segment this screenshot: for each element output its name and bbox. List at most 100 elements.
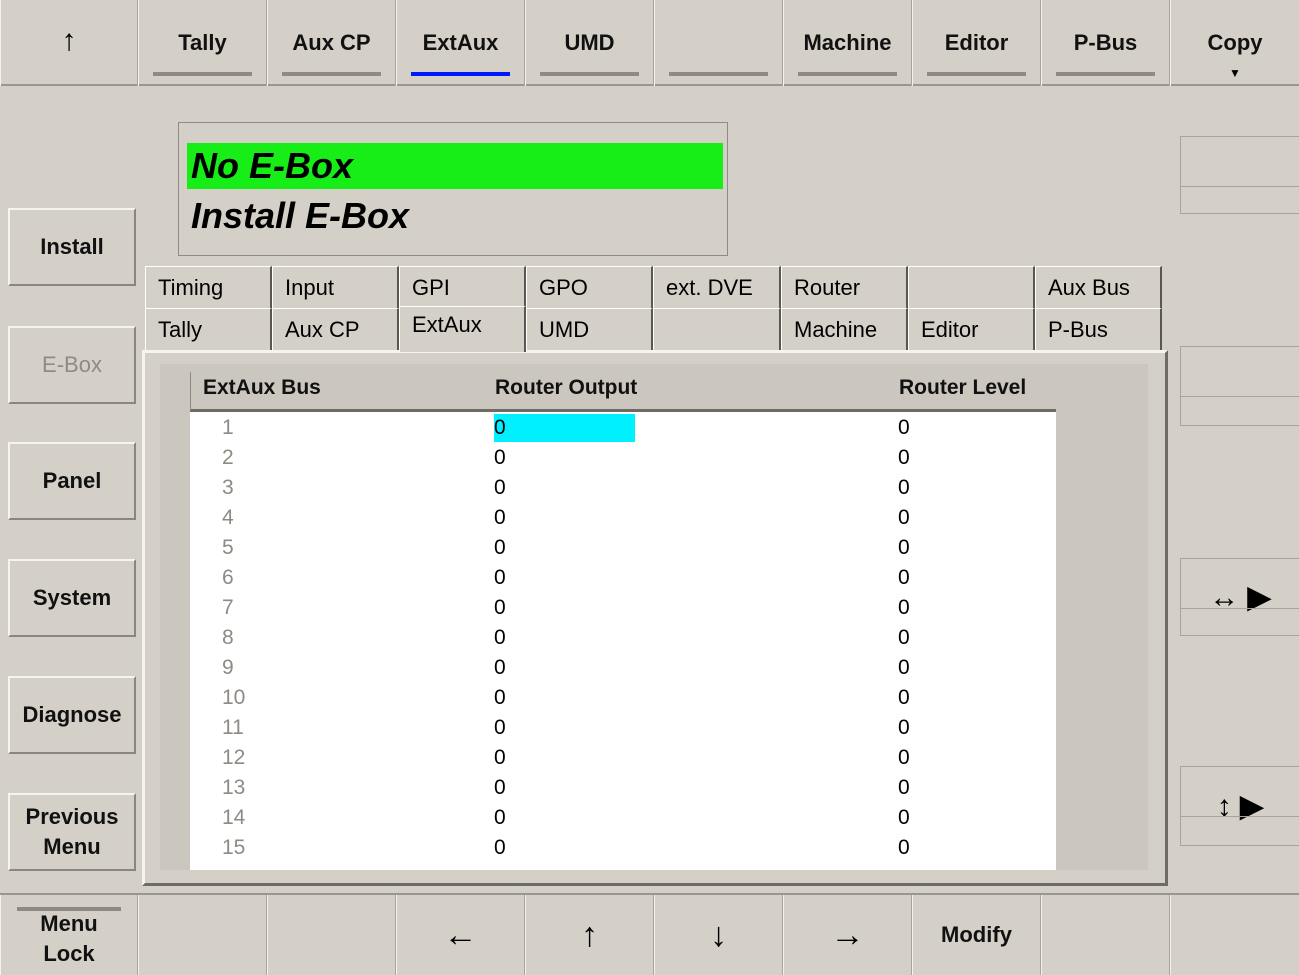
table-row[interactable]: 15 0 0 [190,833,1056,863]
router-level-cell[interactable]: 0 [898,503,910,533]
bottom-empty-1[interactable] [138,895,267,975]
tab-gpi[interactable]: GPI [399,266,526,308]
router-level-cell[interactable]: 0 [898,683,910,713]
top-tab-editor[interactable]: Editor [912,0,1041,86]
router-level-cell[interactable]: 0 [898,413,910,443]
left-button[interactable]: ← [396,895,525,975]
table-row[interactable]: 6 0 0 [190,563,1056,593]
column-header-extaux-bus[interactable]: ExtAux Bus [203,376,321,400]
router-level-cell[interactable]: 0 [898,713,910,743]
tab-input[interactable]: Input [272,266,399,308]
router-level-cell[interactable]: 0 [898,593,910,623]
tab-aux-bus[interactable]: Aux Bus [1035,266,1162,308]
router-level-cell[interactable]: 0 [898,773,910,803]
table-row[interactable]: 9 0 0 [190,653,1056,683]
router-level-cell[interactable]: 0 [898,803,910,833]
bus-cell: 3 [222,476,234,499]
router-output-cell[interactable]: 0 [494,623,506,653]
system-button[interactable]: System [8,559,136,637]
menu-lock-button[interactable]: Menu Lock [0,895,138,975]
table-row[interactable]: 12 0 0 [190,743,1056,773]
router-output-cell[interactable]: 0 [494,473,506,503]
tab-extaux[interactable]: ExtAux [399,306,526,352]
install-button[interactable]: Install [8,208,136,286]
down-row-button[interactable]: ↓ [654,895,783,975]
top-tab-aux-cp[interactable]: Aux CP [267,0,396,86]
column-header-router-output[interactable]: Router Output [495,376,637,400]
router-level-cell[interactable]: 0 [898,623,910,653]
router-output-cell[interactable]: 0 [494,833,506,863]
right-button[interactable]: → [783,895,912,975]
router-output-cell[interactable]: 0 [494,653,506,683]
router-output-cell[interactable]: 0 [494,563,506,593]
bottom-empty-4[interactable] [1170,895,1299,975]
copy-button[interactable]: Copy ▼ [1170,0,1299,86]
table-row[interactable]: 1 0 0 [190,413,1056,443]
tab-umd[interactable]: UMD [526,308,653,350]
panel-button[interactable]: Panel [8,442,136,520]
router-output-cell[interactable]: 0 [494,743,506,773]
tab-empty-2[interactable] [653,308,781,350]
table-row[interactable]: 11 0 0 [190,713,1056,743]
top-tab-p-bus[interactable]: P-Bus [1041,0,1170,86]
table-row[interactable]: 4 0 0 [190,503,1056,533]
top-tab-machine[interactable]: Machine [783,0,912,86]
router-level-cell[interactable]: 0 [898,743,910,773]
router-output-cell[interactable]: 0 [494,443,506,473]
router-output-cell[interactable]: 0 [494,773,506,803]
tab-gpo[interactable]: GPO [526,266,653,308]
top-tab-extaux[interactable]: ExtAux [396,0,525,86]
tab-ext-dve[interactable]: ext. DVE [653,266,781,308]
top-tab-umd[interactable]: UMD [525,0,654,86]
router-output-cell[interactable]: 0 [494,803,506,833]
table-row[interactable]: 3 0 0 [190,473,1056,503]
top-tab-empty[interactable] [654,0,783,86]
router-output-cell[interactable]: 0 [494,533,506,563]
tab-indicator [282,72,381,76]
right-slot-1[interactable] [1180,136,1299,214]
tab-p-bus[interactable]: P-Bus [1035,308,1162,350]
diagnose-button[interactable]: Diagnose [8,676,136,754]
tab-tally[interactable]: Tally [145,308,272,350]
previous-menu-button[interactable]: Previous Menu [8,793,136,871]
bottom-empty-2[interactable] [267,895,396,975]
router-level-cell[interactable]: 0 [898,563,910,593]
tab-empty-1[interactable] [908,266,1035,308]
table-row[interactable]: 10 0 0 [190,683,1056,713]
router-output-cell[interactable]: 0 [494,683,506,713]
router-level-cell[interactable]: 0 [898,833,910,863]
tab-timing[interactable]: Timing [145,266,272,308]
router-level-cell[interactable]: 0 [898,473,910,503]
modify-button[interactable]: Modify [912,895,1041,975]
top-tab-tally[interactable]: Tally [138,0,267,86]
selected-cell-highlight [494,414,635,442]
tab-indicator [927,72,1026,76]
table-row[interactable]: 7 0 0 [190,593,1056,623]
ebox-button[interactable]: E-Box [8,326,136,404]
router-output-cell[interactable]: 0 [494,413,506,443]
up-row-button[interactable]: ↑ [525,895,654,975]
tab-router[interactable]: Router [781,266,908,308]
table-row[interactable]: 8 0 0 [190,623,1056,653]
router-output-cell[interactable]: 0 [494,503,506,533]
table-row[interactable]: 2 0 0 [190,443,1056,473]
top-tab-label: ExtAux [422,30,499,55]
router-output-cell[interactable]: 0 [494,713,506,743]
right-slot-2[interactable] [1180,346,1299,426]
router-level-cell[interactable]: 0 [898,653,910,683]
tab-editor[interactable]: Editor [908,308,1035,350]
bottom-empty-3[interactable] [1041,895,1170,975]
column-header-router-level[interactable]: Router Level [899,376,1026,400]
vertical-adjust-button[interactable]: ↕ ▶ [1180,766,1299,846]
table-row[interactable]: 5 0 0 [190,533,1056,563]
up-button[interactable]: ↑ [0,0,138,86]
router-level-cell[interactable]: 0 [898,533,910,563]
router-output-cell[interactable]: 0 [494,593,506,623]
horizontal-adjust-button[interactable]: ↔ ▶ [1180,558,1299,636]
table-row[interactable]: 13 0 0 [190,773,1056,803]
table-row[interactable]: 14 0 0 [190,803,1056,833]
tab-machine[interactable]: Machine [781,308,908,350]
arrow-down-icon: ↓ [710,916,727,954]
tab-aux-cp[interactable]: Aux CP [272,308,399,350]
router-level-cell[interactable]: 0 [898,443,910,473]
